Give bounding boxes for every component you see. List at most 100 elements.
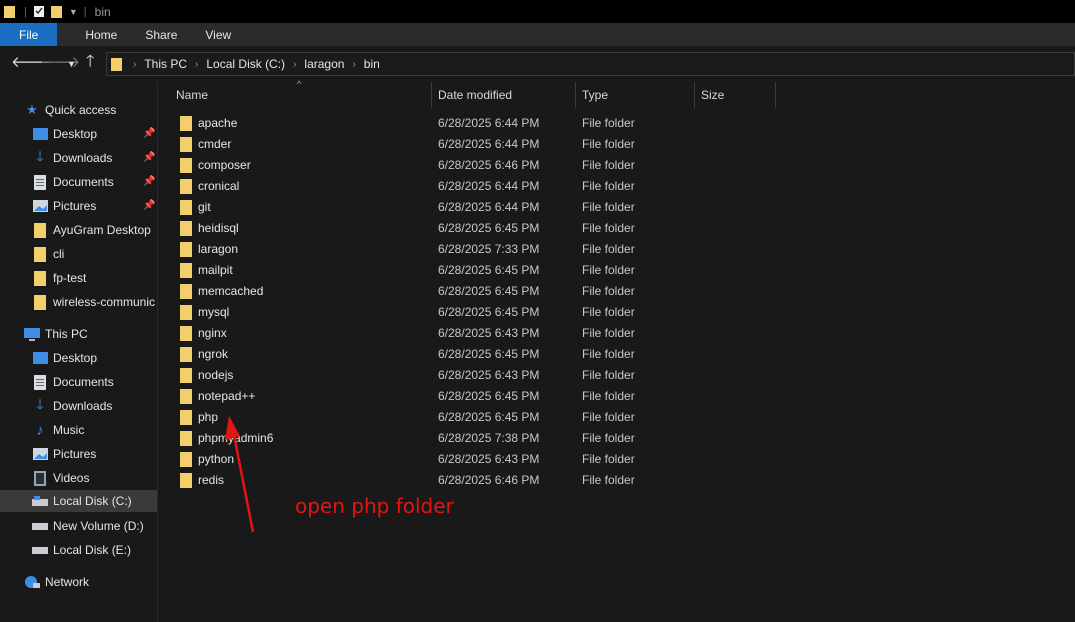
pin-icon[interactable]: 📌: [143, 176, 155, 187]
sidebar-item-local-disk-c[interactable]: Local Disk (C:): [0, 490, 157, 512]
file-name: memcached: [198, 284, 264, 298]
file-type: File folder: [582, 179, 635, 193]
file-date-modified: 6/28/2025 6:43 PM: [438, 452, 540, 466]
file-row[interactable]: ngrok 6/28/2025 6:45 PM File folder: [170, 344, 1075, 365]
sidebar-item-downloads[interactable]: 🡓 Downloads: [32, 147, 112, 169]
column-header-size[interactable]: Size: [695, 82, 776, 108]
file-type: File folder: [582, 410, 635, 424]
file-row[interactable]: php 6/28/2025 6:45 PM File folder: [170, 407, 1075, 428]
file-date-modified: 6/28/2025 6:44 PM: [438, 179, 540, 193]
properties-icon[interactable]: [33, 5, 45, 18]
folder-icon: [32, 270, 48, 286]
file-date-modified: 6/28/2025 6:45 PM: [438, 284, 540, 298]
column-header-date[interactable]: Date modified: [432, 82, 576, 108]
file-date-modified: 6/28/2025 6:45 PM: [438, 410, 540, 424]
pictures-icon: [32, 198, 48, 214]
file-row[interactable]: nginx 6/28/2025 6:43 PM File folder: [170, 323, 1075, 344]
file-date-modified: 6/28/2025 7:33 PM: [438, 242, 540, 256]
file-name: php: [198, 410, 219, 424]
folder-icon: [180, 263, 192, 278]
sidebar-item-new-volume-d[interactable]: New Volume (D:): [32, 515, 144, 537]
file-date-modified: 6/28/2025 6:45 PM: [438, 305, 540, 319]
new-folder-icon[interactable]: [50, 5, 63, 18]
sidebar-item-this-pc[interactable]: This PC: [24, 323, 88, 345]
file-date-modified: 6/28/2025 6:46 PM: [438, 158, 540, 172]
sidebar-item-pc-downloads[interactable]: 🡓 Downloads: [32, 395, 112, 417]
pin-icon[interactable]: 📌: [143, 200, 155, 211]
file-row[interactable]: phpmyadmin6 6/28/2025 7:38 PM File folder: [170, 428, 1075, 449]
file-row[interactable]: composer 6/28/2025 6:46 PM File folder: [170, 155, 1075, 176]
file-row[interactable]: git 6/28/2025 6:44 PM File folder: [170, 197, 1075, 218]
sidebar-item-quick-access[interactable]: ★ Quick access: [24, 99, 116, 121]
sidebar-item-wireless[interactable]: wireless-communic: [32, 291, 158, 313]
sidebar-item-local-disk-e[interactable]: Local Disk (E:): [32, 539, 131, 561]
file-type: File folder: [582, 284, 635, 298]
sidebar-item-pc-documents[interactable]: Documents: [32, 371, 114, 393]
tab-share[interactable]: Share: [131, 23, 191, 46]
file-row[interactable]: nodejs 6/28/2025 6:43 PM File folder: [170, 365, 1075, 386]
file-row[interactable]: memcached 6/28/2025 6:45 PM File folder: [170, 281, 1075, 302]
file-name: mysql: [198, 305, 230, 319]
folder-icon: [180, 389, 192, 404]
up-icon[interactable]: 🡑: [86, 53, 94, 71]
pin-icon[interactable]: 📌: [143, 128, 155, 139]
folder-icon: [180, 158, 192, 173]
desktop-icon: [32, 126, 48, 142]
tab-file[interactable]: File: [0, 23, 58, 46]
breadcrumb-this-pc[interactable]: This PC: [144, 57, 187, 71]
network-icon: [24, 574, 40, 590]
customize-toolbar-icon[interactable]: ▼: [69, 7, 78, 17]
file-row[interactable]: python 6/28/2025 6:43 PM File folder: [170, 449, 1075, 470]
breadcrumb-laragon[interactable]: laragon: [304, 57, 344, 71]
sidebar-item-fp-test[interactable]: fp-test: [32, 267, 86, 289]
file-row[interactable]: cmder 6/28/2025 6:44 PM File folder: [170, 134, 1075, 155]
sidebar-item-ayugram[interactable]: AyuGram Desktop: [32, 219, 151, 241]
sidebar-item-cli[interactable]: cli: [32, 243, 64, 265]
column-header-type[interactable]: Type: [576, 82, 695, 108]
file-row[interactable]: heidisql 6/28/2025 6:45 PM File folder: [170, 218, 1075, 239]
divider: |: [24, 5, 27, 18]
address-bar[interactable]: › This PC › Local Disk (C:) › laragon › …: [106, 52, 1075, 76]
sidebar-item-desktop[interactable]: Desktop: [32, 123, 97, 145]
breadcrumb-bin[interactable]: bin: [364, 57, 380, 71]
drive-icon: [32, 542, 48, 558]
folder-icon: [180, 473, 192, 488]
tab-view[interactable]: View: [191, 23, 245, 46]
documents-icon: [32, 174, 48, 190]
folder-icon: [180, 179, 192, 194]
folder-icon: [32, 294, 48, 310]
file-name: laragon: [198, 242, 239, 256]
file-row[interactable]: laragon 6/28/2025 7:33 PM File folder: [170, 239, 1075, 260]
file-row[interactable]: notepad++ 6/28/2025 6:45 PM File folder: [170, 386, 1075, 407]
file-name: ngrok: [198, 347, 229, 361]
ribbon: File Home Share View: [0, 23, 1075, 46]
sidebar-item-pc-desktop[interactable]: Desktop: [32, 347, 97, 369]
file-type: File folder: [582, 368, 635, 382]
tab-home[interactable]: Home: [71, 23, 131, 46]
file-date-modified: 6/28/2025 6:45 PM: [438, 389, 540, 403]
sidebar-item-videos[interactable]: Videos: [32, 467, 89, 489]
folder-icon: [4, 6, 15, 18]
annotation-text: open php folder: [295, 494, 454, 518]
file-row[interactable]: cronical 6/28/2025 6:44 PM File folder: [170, 176, 1075, 197]
breadcrumb-local-disk[interactable]: Local Disk (C:): [206, 57, 285, 71]
sidebar-item-pictures[interactable]: Pictures: [32, 195, 96, 217]
folder-icon: [180, 284, 192, 299]
file-name: git: [198, 200, 211, 214]
file-type: File folder: [582, 347, 635, 361]
sidebar-item-documents[interactable]: Documents: [32, 171, 114, 193]
divider: |: [83, 5, 87, 18]
pin-icon[interactable]: 📌: [143, 152, 155, 163]
sidebar-item-music[interactable]: ♪ Music: [32, 419, 84, 441]
column-header-name[interactable]: Name: [170, 82, 432, 108]
recent-locations-icon[interactable]: ▼: [67, 55, 76, 73]
desktop-icon: [32, 350, 48, 366]
file-type: File folder: [582, 431, 635, 445]
file-date-modified: 6/28/2025 6:45 PM: [438, 221, 540, 235]
file-row[interactable]: mailpit 6/28/2025 6:45 PM File folder: [170, 260, 1075, 281]
file-row[interactable]: mysql 6/28/2025 6:45 PM File folder: [170, 302, 1075, 323]
file-row[interactable]: apache 6/28/2025 6:44 PM File folder: [170, 113, 1075, 134]
sidebar-item-pc-pictures[interactable]: Pictures: [32, 443, 96, 465]
sidebar-item-network[interactable]: Network: [24, 571, 89, 593]
file-row[interactable]: redis 6/28/2025 6:46 PM File folder: [170, 470, 1075, 491]
